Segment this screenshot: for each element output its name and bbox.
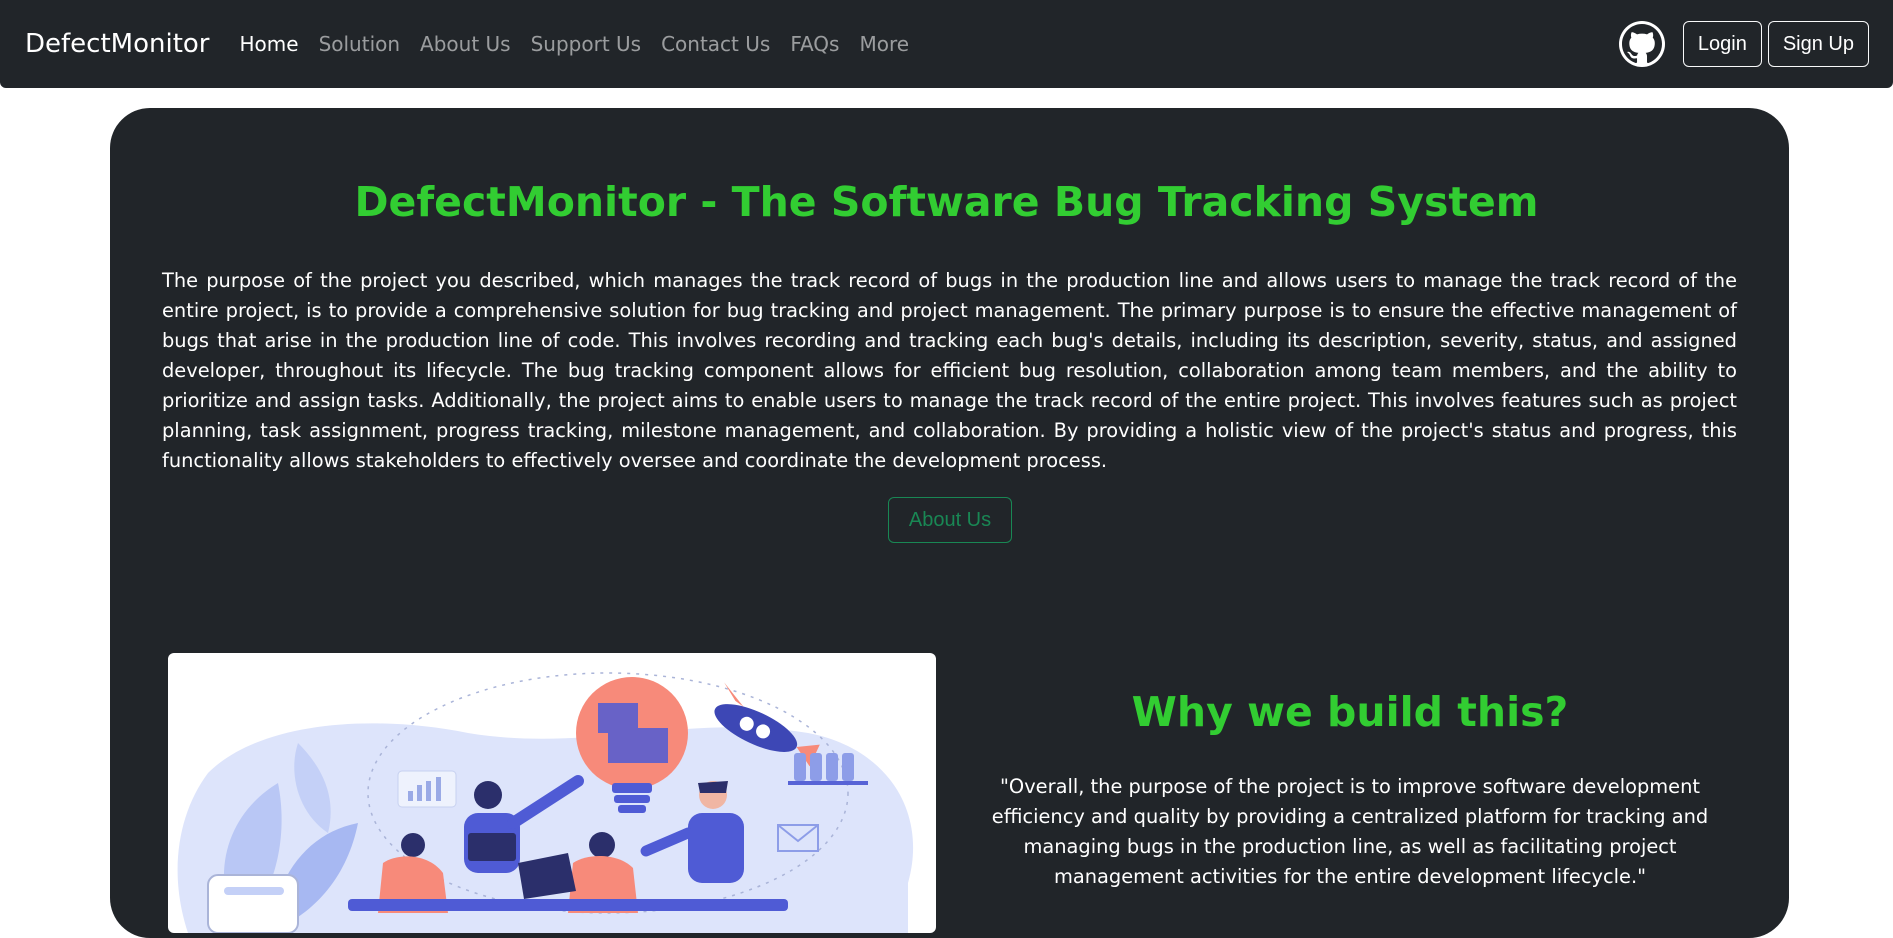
nav-link-support-us[interactable]: Support Us: [521, 32, 651, 56]
team-illustration-art: [177, 672, 914, 933]
nav-actions: Login Sign Up: [1618, 21, 1869, 67]
nav-links: Home Solution About Us Support Us Contac…: [230, 32, 920, 56]
hero-title: DefectMonitor - The Software Bug Trackin…: [354, 178, 1539, 226]
why-quote: "Overall, the purpose of the project is …: [991, 775, 1709, 888]
nav-link-about-us[interactable]: About Us: [410, 32, 521, 56]
brand-link[interactable]: DefectMonitor: [25, 29, 210, 59]
signup-button[interactable]: Sign Up: [1767, 21, 1869, 67]
hero-description: The purpose of the project you described…: [162, 269, 1737, 472]
team-illustration: [168, 653, 936, 933]
nav-link-more[interactable]: More: [849, 32, 919, 56]
github-icon-glyph: [1621, 24, 1662, 64]
about-us-button[interactable]: About Us: [888, 497, 1012, 543]
nav-link-solution[interactable]: Solution: [309, 32, 410, 56]
login-button[interactable]: Login: [1682, 21, 1762, 67]
nav-link-contact-us[interactable]: Contact Us: [651, 32, 780, 56]
navbar: DefectMonitor Home Solution About Us Sup…: [0, 0, 1893, 88]
why-title: Why we build this?: [1131, 688, 1569, 736]
nav-link-faqs[interactable]: FAQs: [780, 32, 849, 56]
nav-link-home[interactable]: Home: [230, 32, 309, 56]
github-icon[interactable]: [1618, 21, 1665, 67]
